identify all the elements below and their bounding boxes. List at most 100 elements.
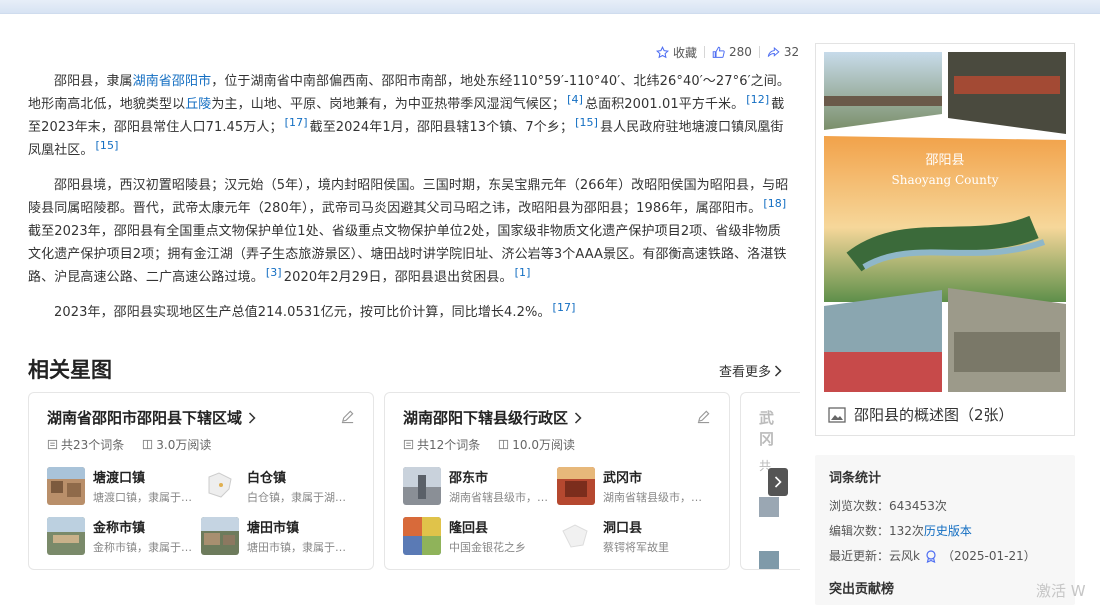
reference-link[interactable]: [12] xyxy=(744,93,771,106)
updated-user[interactable]: 云风k xyxy=(889,547,920,564)
collect-label: 收藏 xyxy=(673,45,698,60)
chevron-right-icon xyxy=(774,364,782,377)
related-item[interactable] xyxy=(759,542,782,569)
item-name: 隆回县 xyxy=(449,521,489,536)
item-name: 金称市镇 xyxy=(93,521,146,536)
item-name: 塘渡口镇 xyxy=(93,471,146,486)
related-item[interactable]: 白仓镇白仓镇，隶属于湖南省 xyxy=(201,467,355,505)
carousel-next-button[interactable] xyxy=(768,468,788,496)
document-icon xyxy=(47,439,58,450)
item-name: 洞口县 xyxy=(603,521,643,536)
item-thumbnail xyxy=(557,517,595,555)
item-thumbnail xyxy=(557,467,595,505)
book-icon xyxy=(143,439,153,450)
link-shaoyang-city[interactable]: 湖南省邵阳市 xyxy=(133,74,212,89)
stat-label: 最近更新： xyxy=(829,549,890,563)
item-desc: 湖南省辖县级市，由邵阳市代管 xyxy=(449,491,555,504)
item-thumbnail xyxy=(47,517,85,555)
reference-link[interactable]: [4] xyxy=(565,93,585,106)
related-item[interactable]: 洞口县 蔡锷将军故里 xyxy=(557,517,711,555)
reference-link[interactable]: [15] xyxy=(94,139,121,152)
entry-count: 共23个词条 xyxy=(61,438,125,452)
link-hills[interactable]: 丘陵 xyxy=(185,97,211,112)
thumbs-up-icon xyxy=(712,46,725,58)
related-card[interactable]: 湖南邵阳下辖县级行政区 共12个词条 10.0万阅读 邵东市湖南省辖县级市，由邵… xyxy=(384,392,730,570)
reference-link[interactable]: [18] xyxy=(761,197,788,210)
text: 邵阳县境，西汉初置昭陵县；汉元始（5年），境内封昭阳侯国。三国时期，东吴宝鼎元年… xyxy=(28,178,789,216)
text: 截至2024年1月，邵阳县辖13个镇、7个乡； xyxy=(309,120,574,135)
chevron-right-icon xyxy=(774,476,782,488)
album-title-cn: 邵阳县 xyxy=(925,153,964,168)
edit-icon[interactable] xyxy=(696,409,711,424)
album-caption[interactable]: 邵阳县的概述图（2张） xyxy=(828,404,1014,425)
reference-link[interactable]: [17] xyxy=(551,301,578,314)
read-count: 3.0万阅读 xyxy=(156,438,212,452)
card-title-text: 武冈 xyxy=(759,409,775,448)
item-desc: 塘渡口镇，隶属于邵阳县 xyxy=(93,491,199,504)
album-caption-text: 邵阳县的概述图（2张） xyxy=(854,406,1014,424)
edit-icon[interactable] xyxy=(340,409,355,424)
updated-date: （2025-01-21） xyxy=(941,549,1036,563)
book-icon xyxy=(499,439,509,450)
reference-link[interactable]: [1] xyxy=(513,266,533,279)
item-desc: 蔡锷将军故里 xyxy=(603,541,669,554)
entry-count: 共12个词条 xyxy=(417,438,481,452)
summary-image[interactable]: 邵阳县 Shaoyang County xyxy=(824,52,1066,392)
divider xyxy=(758,46,760,58)
article-body: 邵阳县，隶属湖南省邵阳市，位于湖南省中南部偏西南、邵阳市南部，地处东经110°5… xyxy=(28,70,790,336)
like-count: 280 xyxy=(729,45,752,59)
item-name: 武冈市 xyxy=(603,471,643,486)
share-button[interactable]: 32 xyxy=(767,45,799,59)
item-thumbnail xyxy=(759,551,779,569)
related-item[interactable]: 金称市镇金称市镇，隶属于邵阳县 xyxy=(47,517,201,555)
related-card[interactable]: 湖南省邵阳市邵阳县下辖区域 共23个词条 3.0万阅读 塘渡口镇塘渡口镇，隶属于… xyxy=(28,392,374,570)
item-thumbnail xyxy=(201,467,239,505)
reference-link[interactable]: [17] xyxy=(283,116,310,129)
stat-views: 浏览次数： 643453次 xyxy=(829,497,1061,514)
history-link[interactable]: 历史版本 xyxy=(924,522,972,539)
chevron-right-icon xyxy=(574,411,582,424)
chevron-right-icon xyxy=(248,411,256,424)
item-thumbnail xyxy=(403,517,441,555)
stat-updated: 最近更新： 云风k （2025-01-21） xyxy=(829,547,1061,564)
summary-album[interactable]: 邵阳县 Shaoyang County 邵阳县的概述图（2张） xyxy=(815,43,1075,436)
related-item[interactable]: 塘渡口镇塘渡口镇，隶属于邵阳县 xyxy=(47,467,201,505)
view-more-link[interactable]: 查看更多 xyxy=(719,361,782,380)
related-title: 相关星图 xyxy=(28,358,112,382)
item-desc: 白仓镇，隶属于湖南省 xyxy=(247,491,353,504)
item-name: 塘田市镇 xyxy=(247,521,300,536)
top-bar xyxy=(0,0,1100,14)
stat-edits: 编辑次数： 132次 历史版本 xyxy=(829,522,1061,539)
related-item[interactable]: 武冈市湖南省辖县级市，由邵阳市代管 xyxy=(557,467,711,505)
star-icon xyxy=(656,45,669,58)
card-meta: 共23个词条 3.0万阅读 xyxy=(47,436,355,453)
card-title[interactable]: 湖南省邵阳市邵阳县下辖区域 xyxy=(47,407,355,428)
item-thumbnail xyxy=(201,517,239,555)
paragraph-3: 2023年，邵阳县实现地区生产总值214.0531亿元，按可比价计算，同比增长4… xyxy=(28,301,790,324)
like-button[interactable]: 280 xyxy=(712,45,752,59)
share-count: 32 xyxy=(783,45,800,59)
activation-watermark: 激活 W xyxy=(1036,582,1086,600)
text: 总面积2001.01平方千米。 xyxy=(585,97,745,112)
text: 为主，山地、平原、岗地兼有，为中亚热带季风湿润气候区； xyxy=(211,97,566,112)
paragraph-2: 邵阳县境，西汉初置昭陵县；汉元始（5年），境内封昭阳侯国。三国时期，东吴宝鼎元年… xyxy=(28,174,790,289)
item-name: 白仓镇 xyxy=(247,471,287,486)
card-title-text: 湖南邵阳下辖县级行政区 xyxy=(403,409,569,427)
divider xyxy=(704,46,706,58)
paragraph-1: 邵阳县，隶属湖南省邵阳市，位于湖南省中南部偏西南、邵阳市南部，地处东经110°5… xyxy=(28,70,790,162)
related-item[interactable]: 塘田市镇塘田市镇，隶属于邵阳县 xyxy=(201,517,355,555)
share-icon xyxy=(767,46,780,57)
card-title[interactable]: 武冈 xyxy=(759,407,782,449)
stat-value: 643453次 xyxy=(889,499,947,513)
related-item[interactable]: 邵东市湖南省辖县级市，由邵阳市代管 xyxy=(403,467,557,505)
item-desc: 中国金银花之乡 xyxy=(449,541,526,554)
related-item[interactable]: 隆回县中国金银花之乡 xyxy=(403,517,557,555)
reference-link[interactable]: [3] xyxy=(264,266,284,279)
read-count: 10.0万阅读 xyxy=(512,438,576,452)
card-title[interactable]: 湖南邵阳下辖县级行政区 xyxy=(403,407,711,428)
album-title-en: Shaoyang County xyxy=(892,173,999,187)
collect-button[interactable]: 收藏 xyxy=(656,44,697,61)
reference-link[interactable]: [15] xyxy=(573,116,600,129)
item-desc: 金称市镇，隶属于邵阳县 xyxy=(93,541,199,554)
badge-icon xyxy=(926,549,936,563)
